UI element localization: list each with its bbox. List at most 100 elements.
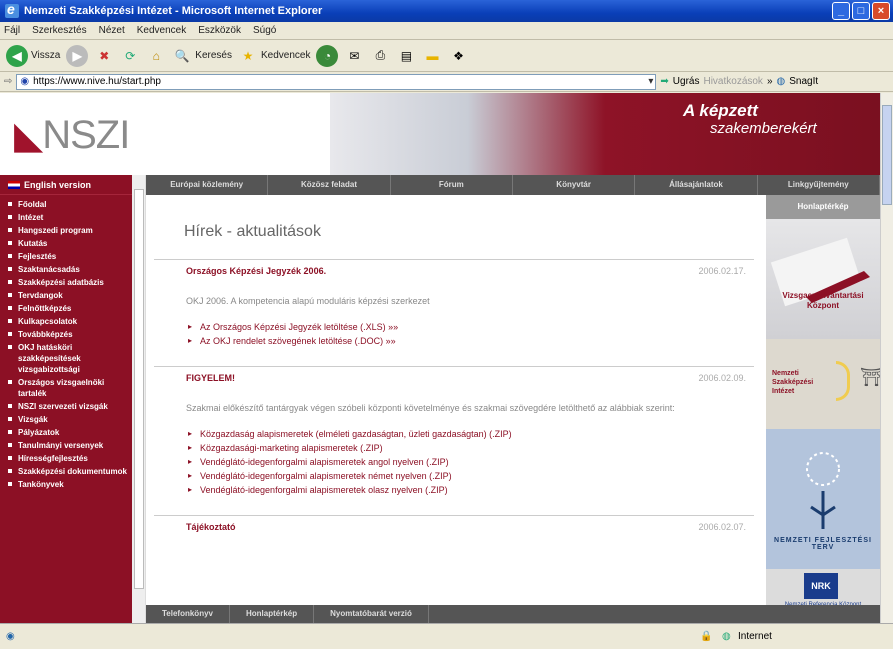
nav-item[interactable]: Felnőttképzés (8, 302, 132, 315)
minimize-button[interactable]: _ (832, 2, 850, 20)
main-content: Hírek - aktualitások Országos Képzési Je… (146, 195, 766, 605)
links-chevron-icon[interactable]: » (767, 76, 773, 87)
page-scrollbar[interactable] (880, 93, 893, 623)
toolbar: ◀ Vissza ▶ ✖ ⟳ ⌂ 🔍 Keresés ★ Kedvencek ◔… (0, 40, 893, 72)
topnav-item[interactable]: Közösz feladat (268, 175, 391, 195)
window-title: Nemzeti Szakképzési Intézet - Microsoft … (24, 5, 323, 17)
go-arrow-icon[interactable]: ➡ (660, 76, 668, 87)
nav-item[interactable]: Országos vizsgaelnöki tartalék (8, 376, 132, 400)
vizsga-banner[interactable]: Vizsgaenyilvántartási Központ (766, 219, 880, 339)
news-link[interactable]: Az OKJ rendelet szövegének letöltése (.D… (186, 334, 746, 348)
snagit-icon[interactable]: ◍ (777, 76, 786, 87)
menu-file[interactable]: Fájl (4, 25, 20, 36)
globe-icon: ◍ (722, 631, 731, 642)
menu-help[interactable]: Súgó (253, 25, 276, 36)
news-link[interactable]: Közgazdaság alapismeretek (elméleti gazd… (186, 427, 746, 441)
english-version-link[interactable]: English version (0, 175, 132, 195)
nav-item[interactable]: Szakképzési dokumentumok (8, 465, 132, 478)
nav-item[interactable]: Szakképzési adatbázis (8, 276, 132, 289)
sitemap-link[interactable]: Honlaptérkép (230, 605, 315, 623)
links-label[interactable]: Hivatkozások (703, 76, 762, 87)
news-title[interactable]: Tájékoztató (186, 522, 746, 532)
news-link[interactable]: Az Országos Képzési Jegyzék letöltése (.… (186, 320, 746, 334)
topnav-item[interactable]: Állásajánlatok (635, 175, 758, 195)
nav-item[interactable]: Hírességfejlesztés (8, 452, 132, 465)
news-link[interactable]: Vendéglátó-idegenforgalmi alapismeretek … (186, 483, 746, 497)
nav-item[interactable]: Intézet (8, 211, 132, 224)
page-title: Hírek - aktualitások (184, 223, 321, 240)
back-arrow-icon: ◀ (6, 44, 28, 67)
favorites-button[interactable]: ★ Kedvencek (238, 46, 311, 66)
topnav-item[interactable]: Európai közlemény (146, 175, 269, 195)
development-plan-banner[interactable]: NEMZETI FEJLESZTÉSI TERV (766, 429, 880, 569)
back-button[interactable]: ◀ Vissza (6, 44, 60, 67)
nav-scrollbar[interactable] (132, 175, 146, 623)
news-date: 2006.02.09. (698, 373, 746, 383)
mail-icon[interactable]: ✉ (344, 46, 364, 66)
refresh-icon[interactable]: ⟳ (120, 46, 140, 66)
snagit-button[interactable]: SnagIt (789, 76, 818, 87)
news-link[interactable]: Vendéglátó-idegenforgalmi alapismeretek … (186, 455, 746, 469)
forward-button[interactable]: ▶ (66, 44, 89, 67)
nav-item[interactable]: Tervdangok (8, 289, 132, 302)
nav-item[interactable]: Kutatás (8, 237, 132, 250)
address-input[interactable]: ◉ https://www.nive.hu/start.php ▾ (16, 73, 657, 90)
search-icon: 🔍 (174, 48, 190, 63)
address-label-icon: ⇨ (4, 76, 13, 87)
news-title[interactable]: Országos Képzési Jegyzék 2006. (186, 266, 746, 276)
nav-item[interactable]: Fejlesztés (8, 250, 132, 263)
nav-item[interactable]: OKJ hatásköri szakképesítések vizsgabizo… (8, 341, 132, 376)
print-icon[interactable]: ⎙ (370, 46, 390, 66)
topnav-item[interactable]: Könyvtár (513, 175, 636, 195)
go-button[interactable]: Ugrás (673, 76, 700, 87)
lock-icon: 🔒 (700, 631, 713, 642)
nav-item[interactable]: Hangszedi program (8, 224, 132, 237)
nav-item[interactable]: Tankönyvek (8, 478, 132, 491)
search-button[interactable]: 🔍 Keresés (172, 46, 232, 66)
web-page: ◣NSZI A képzett szakemberekért English v… (0, 93, 880, 623)
menu-tools[interactable]: Eszközök (198, 25, 241, 36)
menu-favorites[interactable]: Kedvencek (137, 25, 186, 36)
phonebook-link[interactable]: Telefonkönyv (146, 605, 230, 623)
nav-item[interactable]: Kulkapcsolatok (8, 315, 132, 328)
news-title[interactable]: FIGYELEM! (186, 373, 746, 383)
title-bar: Nemzeti Szakképzési Intézet - Microsoft … (0, 0, 893, 22)
topnav-item[interactable]: Linkgyűjtemény (758, 175, 880, 195)
sitemap-header[interactable]: Honlaptérkép (766, 195, 880, 219)
news-link[interactable]: Vendéglátó-idegenforgalmi alapismeretek … (186, 469, 746, 483)
folder-icon[interactable]: ▬ (422, 46, 442, 66)
nav-item[interactable]: Pályázatok (8, 426, 132, 439)
address-bar: ⇨ ◉ https://www.nive.hu/start.php ▾ ➡ Ug… (0, 72, 893, 92)
monument-icon: ⛩ (860, 367, 880, 387)
status-bar: ◉ 🔒 ◍ Internet (0, 623, 893, 649)
left-navigation: English version Főoldal Intézet Hangszedi … (0, 175, 132, 623)
bottom-navigation: Telefonkönyv Honlaptérkép Nyomtatóbarát … (146, 605, 880, 623)
nav-item[interactable]: NSZI szervezeti vizsgák (8, 400, 132, 413)
nav-item[interactable]: Továbbképzés (8, 328, 132, 341)
maximize-button[interactable]: □ (852, 2, 870, 20)
nav-item[interactable]: Tanulmányi versenyek (8, 439, 132, 452)
menu-view[interactable]: Nézet (99, 25, 125, 36)
news-link[interactable]: Közgazdasági-marketing alapismeretek (.Z… (186, 441, 746, 455)
edit-icon[interactable]: ▤ (396, 46, 416, 66)
home-icon[interactable]: ⌂ (146, 46, 166, 66)
nszi-banner[interactable]: Nemzeti Szakképzési Intézet ⛩ (766, 339, 880, 429)
address-dropdown-icon[interactable]: ▾ (648, 76, 655, 87)
close-button[interactable]: × (872, 2, 890, 20)
stop-icon[interactable]: ✖ (94, 46, 114, 66)
print-version-link[interactable]: Nyomtatóbarát verzió (314, 605, 429, 623)
news-item: Tájékoztató 2006.02.07. (154, 515, 754, 532)
nav-list: Főoldal Intézet Hangszedi program Kutatás Fe… (0, 195, 132, 491)
history-icon[interactable]: ◔ (316, 44, 339, 67)
messenger-icon[interactable]: ❖ (448, 46, 468, 66)
topnav-item[interactable]: Fórum (391, 175, 513, 195)
nav-item[interactable]: Főoldal (8, 198, 132, 211)
nav-item[interactable]: Vizsgák (8, 413, 132, 426)
nszi-logo[interactable]: ◣NSZI (14, 113, 130, 158)
flag-icon (8, 180, 20, 189)
menu-edit[interactable]: Szerkesztés (32, 25, 86, 36)
nav-item[interactable]: Szaktanácsadás (8, 263, 132, 276)
page-icon: ◉ (20, 76, 30, 87)
slogan-line2: szakemberekért (710, 120, 817, 137)
slogan-line1: A képzett (683, 101, 758, 120)
